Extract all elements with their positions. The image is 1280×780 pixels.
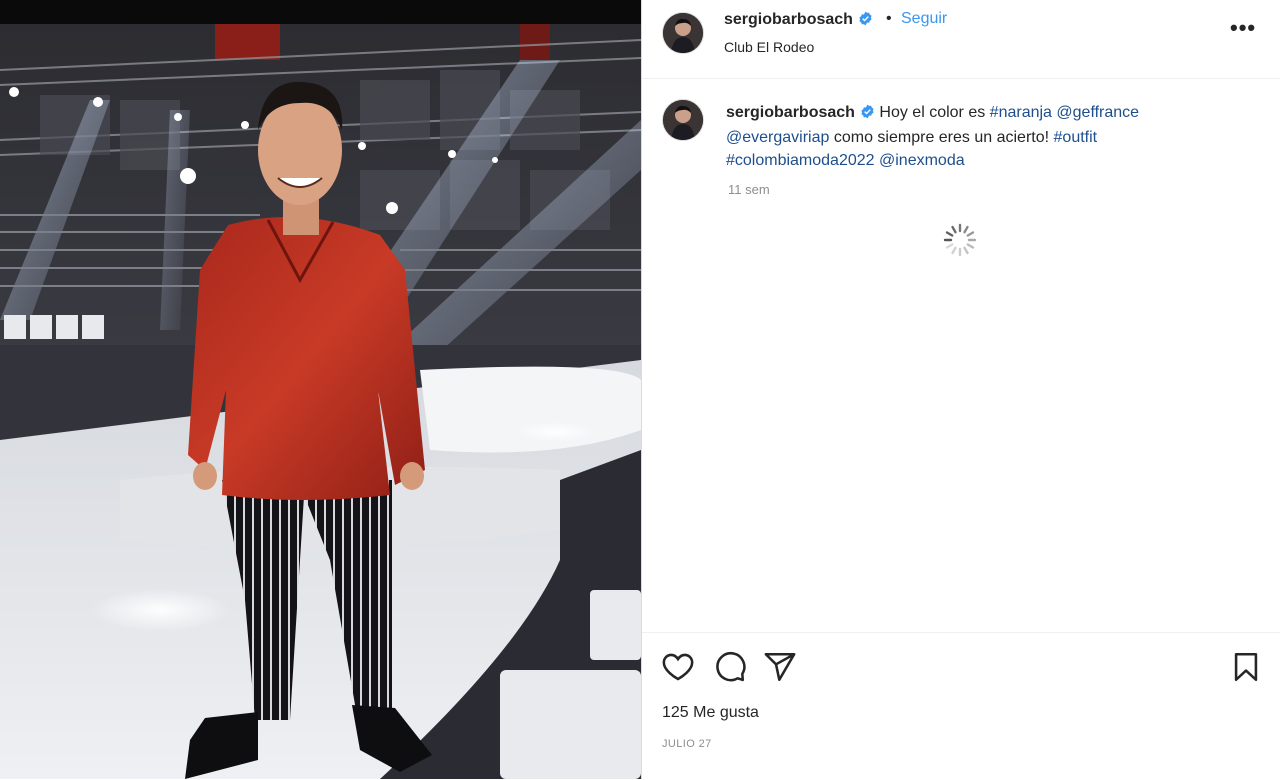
caption-avatar[interactable] [663, 100, 703, 140]
share-icon[interactable] [763, 650, 797, 684]
follow-button[interactable]: Seguir [901, 10, 947, 28]
caption-text: Hoy el color es [879, 104, 986, 121]
verified-badge-icon [858, 11, 873, 31]
bookmark-icon[interactable] [1229, 650, 1263, 684]
action-bar: 125 Me gusta JULIO 27 [642, 632, 1280, 780]
post-photo[interactable] [0, 0, 641, 779]
more-options-icon[interactable]: ••• [1230, 17, 1256, 44]
verified-badge-icon [860, 103, 875, 126]
post-time[interactable]: 11 sem [728, 182, 770, 197]
separator: • [886, 10, 892, 27]
mention-link[interactable]: @evergaviriap [726, 129, 829, 146]
mention-link[interactable]: @inexmoda [879, 152, 965, 169]
post-date[interactable]: JULIO 27 [662, 738, 712, 750]
location-link[interactable]: Club El Rodeo [724, 39, 814, 55]
caption-username[interactable]: sergiobarbosach [726, 104, 855, 121]
avatar[interactable] [663, 13, 703, 53]
heart-icon[interactable] [661, 650, 695, 684]
mention-link[interactable]: @geffrance [1056, 104, 1139, 121]
caption-text: como siempre eres un acierto! [833, 129, 1050, 146]
loading-spinner-icon [942, 222, 978, 263]
like-count[interactable]: 125 Me gusta [662, 704, 759, 722]
hashtag-link[interactable]: #colombiamoda2022 [726, 152, 875, 169]
username-link[interactable]: sergiobarbosach [724, 11, 873, 31]
comment-icon[interactable] [713, 650, 747, 684]
hashtag-link[interactable]: #outfit [1054, 129, 1098, 146]
post-caption: sergiobarbosach Hoy el color es #naranja… [726, 101, 1246, 172]
post-panel: sergiobarbosach • Seguir Club El Rodeo •… [642, 0, 1280, 779]
username[interactable]: sergiobarbosach [724, 11, 853, 28]
post-header: sergiobarbosach • Seguir Club El Rodeo •… [642, 0, 1280, 79]
hashtag-link[interactable]: #naranja [990, 104, 1052, 121]
